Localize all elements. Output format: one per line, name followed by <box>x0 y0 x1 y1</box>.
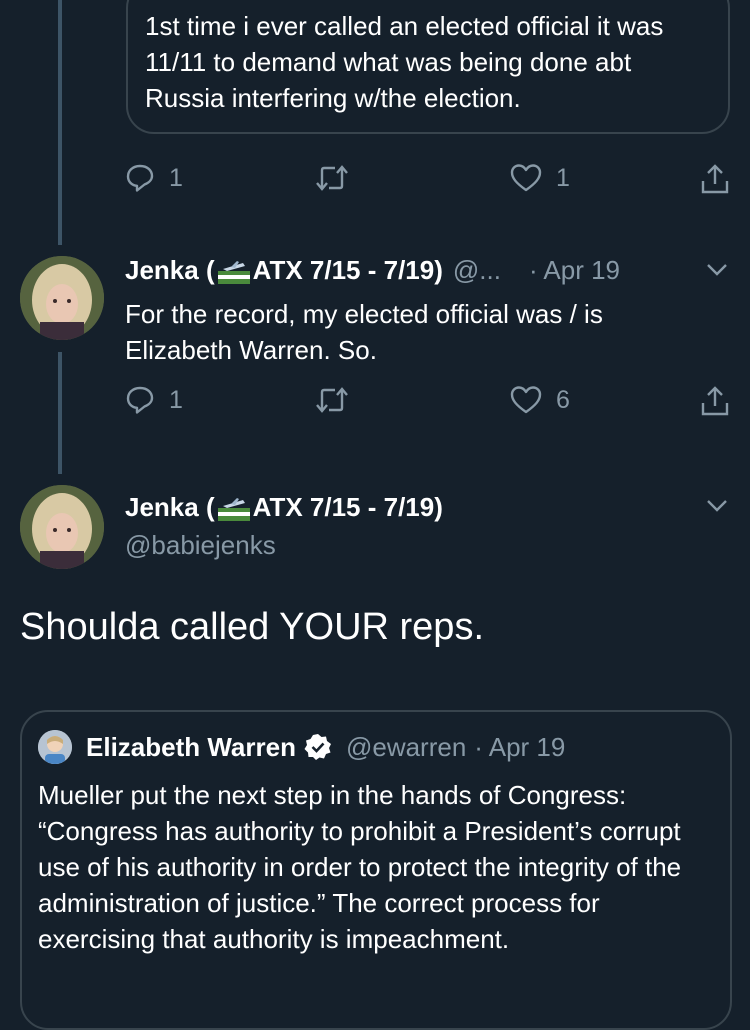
tweet-header-2: Jenka (ATX 7/15 - 7/19) @... · Apr 19 <box>125 255 725 286</box>
heart-icon <box>510 386 542 414</box>
quoted-tweet-text-top: 1st time i ever called an elected offici… <box>145 11 664 113</box>
tweet-header-3: Jenka (ATX 7/15 - 7/19) <box>125 492 443 523</box>
quoted-display-name[interactable]: Elizabeth Warren <box>86 732 296 763</box>
tweet-actions-1: 1 1 <box>125 163 735 203</box>
reply-icon <box>126 386 154 414</box>
like-count: 6 <box>556 385 570 414</box>
retweet-icon <box>316 165 348 191</box>
chevron-down-icon[interactable] <box>706 498 728 514</box>
flag-icon <box>217 261 250 285</box>
reply-button[interactable]: 1 <box>125 163 183 193</box>
verified-badge-icon <box>304 734 331 760</box>
tweet-text-2: For the record, my elected official was … <box>125 299 603 365</box>
avatar-image <box>20 256 104 340</box>
chevron-down-icon[interactable] <box>706 262 728 278</box>
display-name[interactable]: Jenka (ATX 7/15 - 7/19) <box>125 492 443 523</box>
share-icon <box>701 164 729 194</box>
reply-button[interactable]: 1 <box>125 385 183 415</box>
reply-icon <box>126 164 154 192</box>
share-button[interactable] <box>700 163 730 195</box>
handle[interactable]: @babiejenks <box>125 530 276 561</box>
like-button[interactable]: 1 <box>510 163 570 193</box>
handle[interactable]: @... <box>453 255 501 286</box>
avatar-image <box>20 485 104 569</box>
flag-icon <box>217 498 250 522</box>
reply-count: 1 <box>169 385 183 414</box>
heart-icon <box>510 164 542 192</box>
display-name[interactable]: Jenka (ATX 7/15 - 7/19) <box>125 255 443 286</box>
like-button[interactable]: 6 <box>510 385 570 415</box>
like-count: 1 <box>556 163 570 192</box>
retweet-icon <box>316 387 348 413</box>
reply-count: 1 <box>169 163 183 192</box>
avatar[interactable] <box>20 256 104 340</box>
avatar[interactable] <box>20 485 104 569</box>
thread-line-top <box>58 0 62 245</box>
quoted-tweet-header: Elizabeth Warren @ewarren · Apr 19 <box>38 730 565 764</box>
quoted-date[interactable]: · Apr 19 <box>474 732 565 763</box>
tweet-text-main: Shoulda called YOUR reps. <box>20 606 484 648</box>
share-button[interactable] <box>700 385 730 417</box>
retweet-button[interactable] <box>315 385 349 415</box>
share-icon <box>701 386 729 416</box>
quoted-avatar <box>38 730 72 764</box>
tweet-date[interactable]: · Apr 19 <box>529 255 620 286</box>
tweet-actions-2: 1 6 <box>125 385 735 425</box>
quoted-tweet-text: Mueller put the next step in the hands o… <box>38 780 682 954</box>
quoted-handle[interactable]: @ewarren <box>346 732 466 763</box>
thread-line-middle <box>58 352 62 474</box>
retweet-button[interactable] <box>315 163 349 193</box>
